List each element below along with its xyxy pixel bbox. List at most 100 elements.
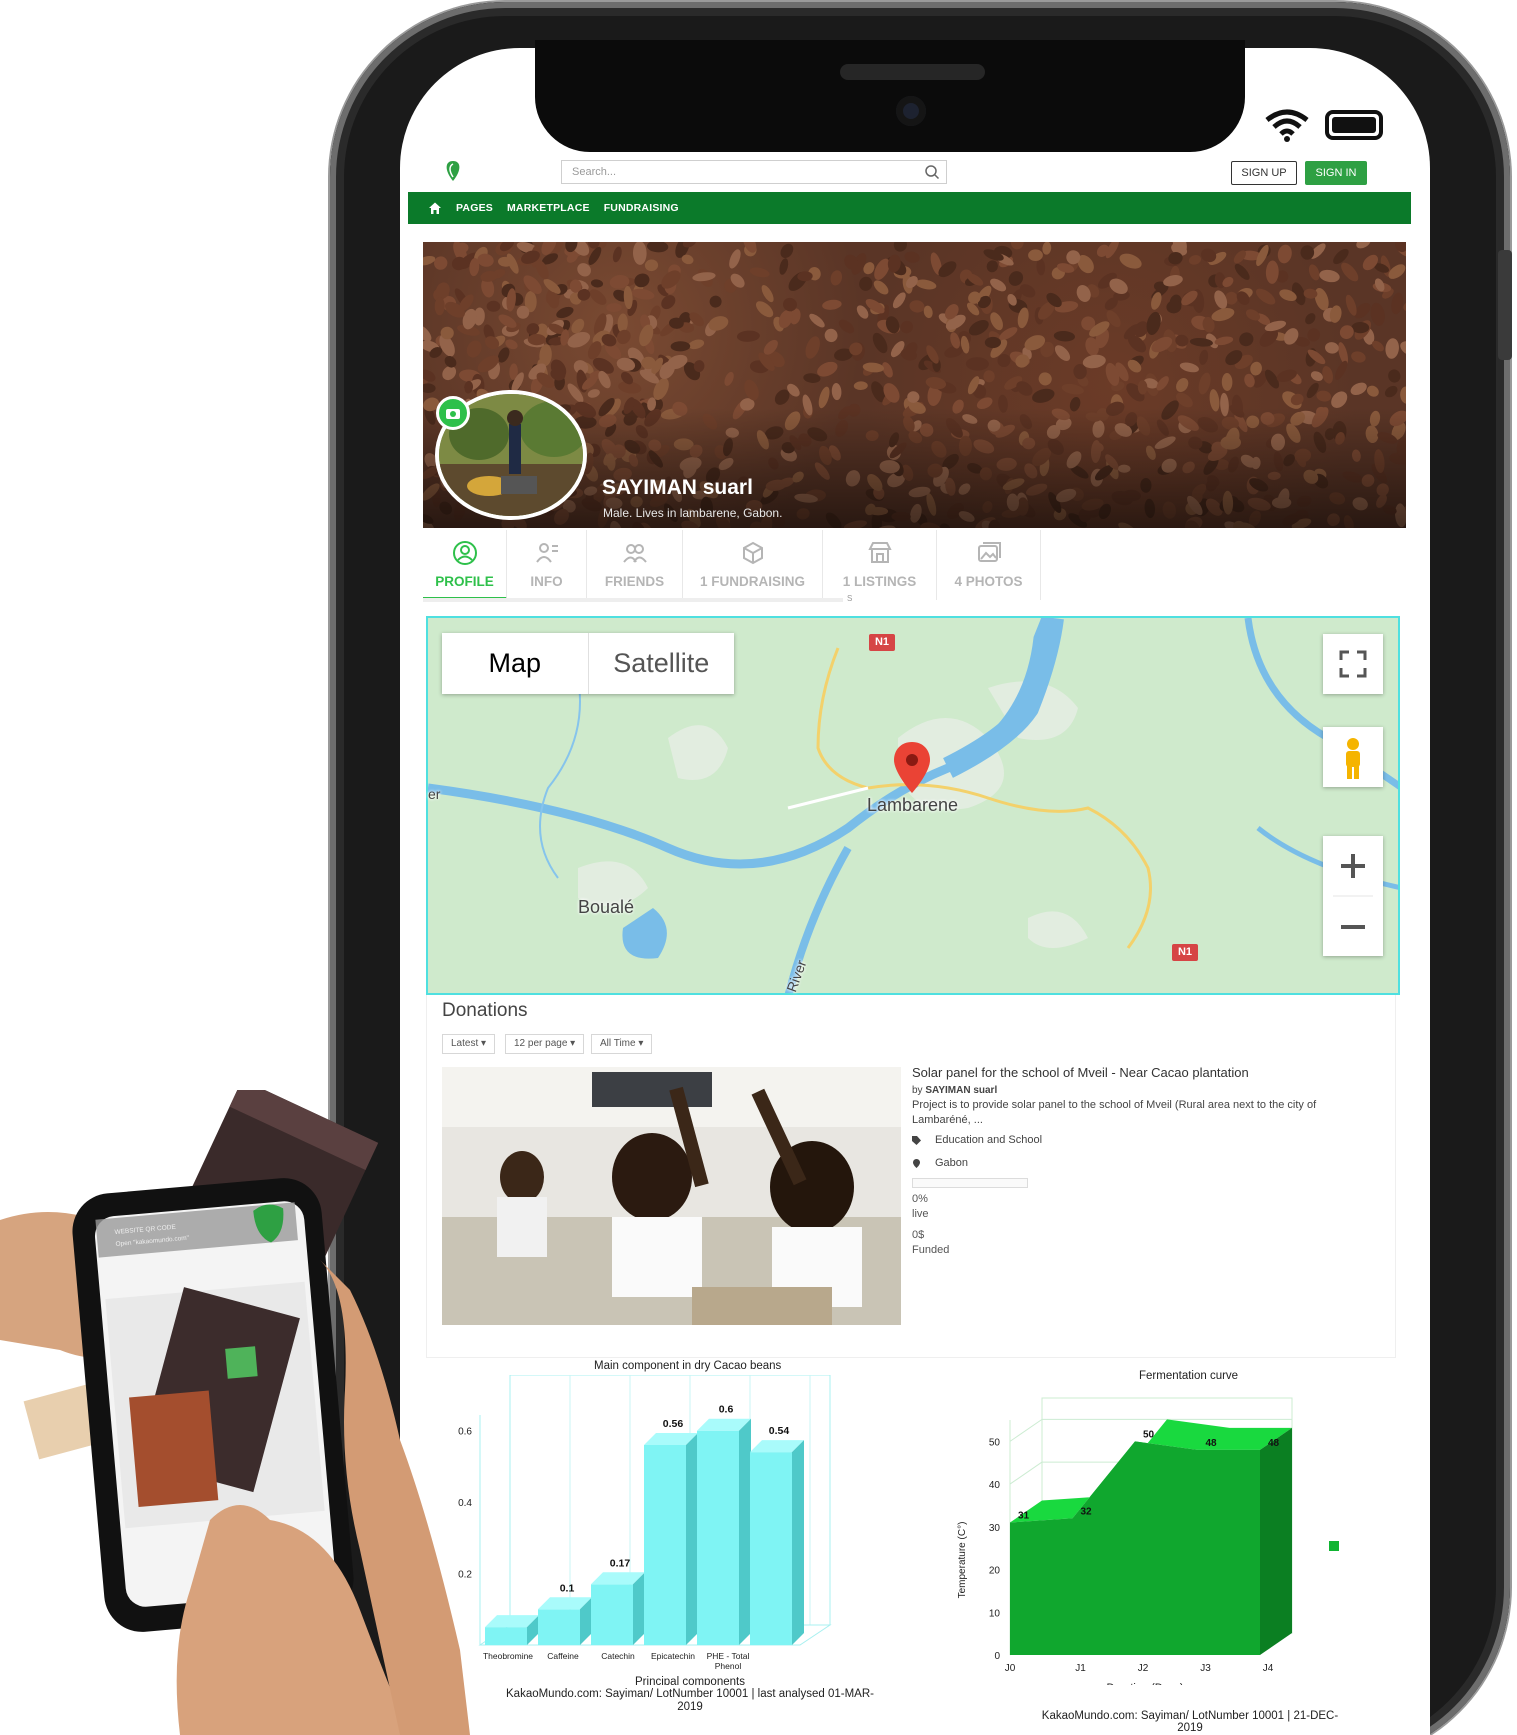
tabs-scrollbar[interactable]	[423, 598, 843, 602]
bar-chart-bar-front	[538, 1609, 580, 1645]
bar-chart-category-label: PHE - Total	[707, 1651, 750, 1661]
bar-chart-data-label: 0.56	[663, 1418, 684, 1430]
map-type-map-button[interactable]: Map	[442, 633, 589, 694]
map-label-bouale: Boualé	[578, 897, 635, 917]
area-chart-ylabel: Temperature (C°)	[957, 1522, 968, 1599]
search-input[interactable]: Search...	[561, 160, 947, 184]
bar-chart-bar-side	[792, 1440, 804, 1645]
front-camera	[896, 96, 926, 126]
area-chart-xlabel: Duration (Days)	[1106, 1682, 1183, 1685]
nav-marketplace[interactable]: MARKETPLACE	[507, 202, 590, 214]
donation-author-name[interactable]: SAYIMAN suarl	[925, 1085, 997, 1096]
area-chart-ytick: 40	[989, 1480, 1001, 1491]
road-shield-n1-bottom: N1	[1172, 944, 1198, 961]
area-chart-gridline	[1009, 1461, 1043, 1485]
tab-profile[interactable]: PROFILE	[423, 530, 507, 600]
area-chart-side-face	[1260, 1427, 1292, 1655]
user-icon	[452, 541, 477, 565]
donation-location: Gabon	[912, 1157, 968, 1169]
bar-chart-category-label: Epicatechin	[651, 1651, 695, 1661]
area-chart-xtick: J3	[1200, 1663, 1211, 1674]
area-chart-data-label: 50	[1143, 1429, 1155, 1440]
tab-profile-label: PROFILE	[435, 574, 494, 589]
donation-author: by SAYIMAN suarl	[912, 1085, 998, 1096]
donation-photo-classroom[interactable]	[442, 1067, 901, 1325]
profile-name: SAYIMAN suarl	[602, 476, 753, 499]
area-chart-xtick: J4	[1263, 1663, 1274, 1674]
zoom-in-button[interactable]	[1341, 854, 1365, 878]
area-chart-ytick: 20	[989, 1566, 1001, 1577]
map-pin-icon[interactable]	[892, 740, 932, 795]
bar-chart-category-label: Catechin	[601, 1651, 635, 1661]
main-navbar: PAGES MARKETPLACE FUNDRAISING	[408, 192, 1411, 224]
bar-chart-category-label: Theobromine	[483, 1651, 533, 1661]
donations-title: Donations	[442, 1000, 528, 1021]
area-chart-footer: KakaoMundo.com: Sayiman/ LotNumber 10001…	[1041, 1710, 1339, 1734]
area-chart-data-label: 32	[1081, 1506, 1093, 1517]
bar-chart-data-label: 0.6	[719, 1404, 734, 1416]
bar-chart-bar-front	[485, 1627, 527, 1645]
bar-chart: 0.20.40.60.10.170.560.60.54Theobromine Ca…	[458, 1375, 832, 1685]
tab-photos[interactable]: 4 PHOTOS	[937, 530, 1041, 600]
area-chart-gridline	[1009, 1418, 1043, 1442]
hand-scanning-phone-photo: WEBSITE QR CODE Open "kakaomundo.com"	[0, 1090, 470, 1735]
bar-chart-bar-front	[750, 1452, 792, 1645]
photos-icon	[977, 542, 1001, 562]
area-chart-title: Fermentation curve	[1139, 1370, 1239, 1382]
bar-chart-xlabel: Principal components	[635, 1676, 745, 1685]
area-chart-front-face	[1010, 1441, 1260, 1655]
change-photo-camera-icon[interactable]	[436, 396, 470, 430]
signin-button[interactable]: SIGN IN	[1305, 161, 1367, 185]
area-chart-data-label: 48	[1268, 1438, 1280, 1449]
home-icon[interactable]	[428, 201, 442, 215]
nav-fundraising[interactable]: FUNDRAISING	[604, 202, 679, 214]
bar-chart-bar-front	[697, 1430, 739, 1645]
tab-fundraising[interactable]: 1 FUNDRAISING	[683, 530, 823, 600]
tab-listings-label: 1 LISTINGS	[842, 574, 917, 589]
store-icon	[867, 542, 892, 563]
tab-photos-label: 4 PHOTOS	[954, 574, 1023, 589]
time-range-select[interactable]: All Time	[591, 1034, 653, 1054]
fullscreen-button[interactable]	[1323, 634, 1383, 694]
nav-pages[interactable]: PAGES	[456, 202, 493, 214]
map-label-river-partial: er	[428, 786, 441, 802]
bar-chart-bar-side	[633, 1572, 645, 1645]
bar-chart-data-label: 0.17	[610, 1557, 631, 1569]
friends-icon	[622, 544, 647, 563]
bar-chart-data-label: 0.1	[560, 1582, 575, 1594]
street-view-pegman[interactable]	[1323, 727, 1383, 787]
phone-speaker	[840, 64, 985, 80]
area-chart-ytick: 0	[994, 1651, 1000, 1662]
donation-title[interactable]: Solar panel for the school of Mveil - Ne…	[912, 1065, 1249, 1080]
tab-overflow-mark: S	[847, 594, 853, 603]
battery-icon	[1325, 110, 1383, 140]
area-chart-xtick: J0	[1005, 1663, 1016, 1674]
bar-chart-category-label: Caffeine	[547, 1651, 579, 1661]
box-icon	[742, 541, 763, 565]
signup-button[interactable]: SIGN UP	[1231, 161, 1297, 185]
search-icon[interactable]	[924, 164, 940, 180]
wifi-icon	[1265, 109, 1309, 142]
area-chart-ytick: 10	[989, 1608, 1001, 1619]
info-icon	[535, 543, 558, 563]
tab-fundraising-label: 1 FUNDRAISING	[699, 574, 805, 589]
donation-status: live	[912, 1208, 929, 1220]
area-chart-data-label: 31	[1018, 1511, 1030, 1522]
area-chart: 0 10 20 30 40 50 31 32 50 48 48 J0 J1 J2 J3 J4 Duration …	[957, 1397, 1293, 1685]
tab-listings[interactable]: 1 LISTINGS	[823, 530, 937, 600]
donation-percent: 0%	[912, 1193, 928, 1205]
area-chart-ytick: 30	[989, 1523, 1001, 1534]
per-page-select[interactable]: 12 per page	[505, 1034, 585, 1054]
sort-select[interactable]: Latest	[442, 1034, 496, 1054]
pegman-icon	[1346, 738, 1360, 779]
tab-friends[interactable]: FRIENDS	[587, 530, 683, 600]
bar-chart-title: Main component in dry Cacao beans	[594, 1360, 782, 1372]
tag-icon	[912, 1135, 921, 1145]
donation-progress-bar	[912, 1178, 1028, 1188]
site-logo-icon[interactable]	[440, 158, 466, 184]
map-label-lambarene: Lambarene	[867, 795, 959, 815]
map-type-satellite-button[interactable]: Satellite	[589, 633, 735, 694]
location-pin-icon	[913, 1158, 920, 1168]
tab-info[interactable]: INFO	[507, 530, 587, 600]
zoom-control	[1323, 836, 1383, 956]
